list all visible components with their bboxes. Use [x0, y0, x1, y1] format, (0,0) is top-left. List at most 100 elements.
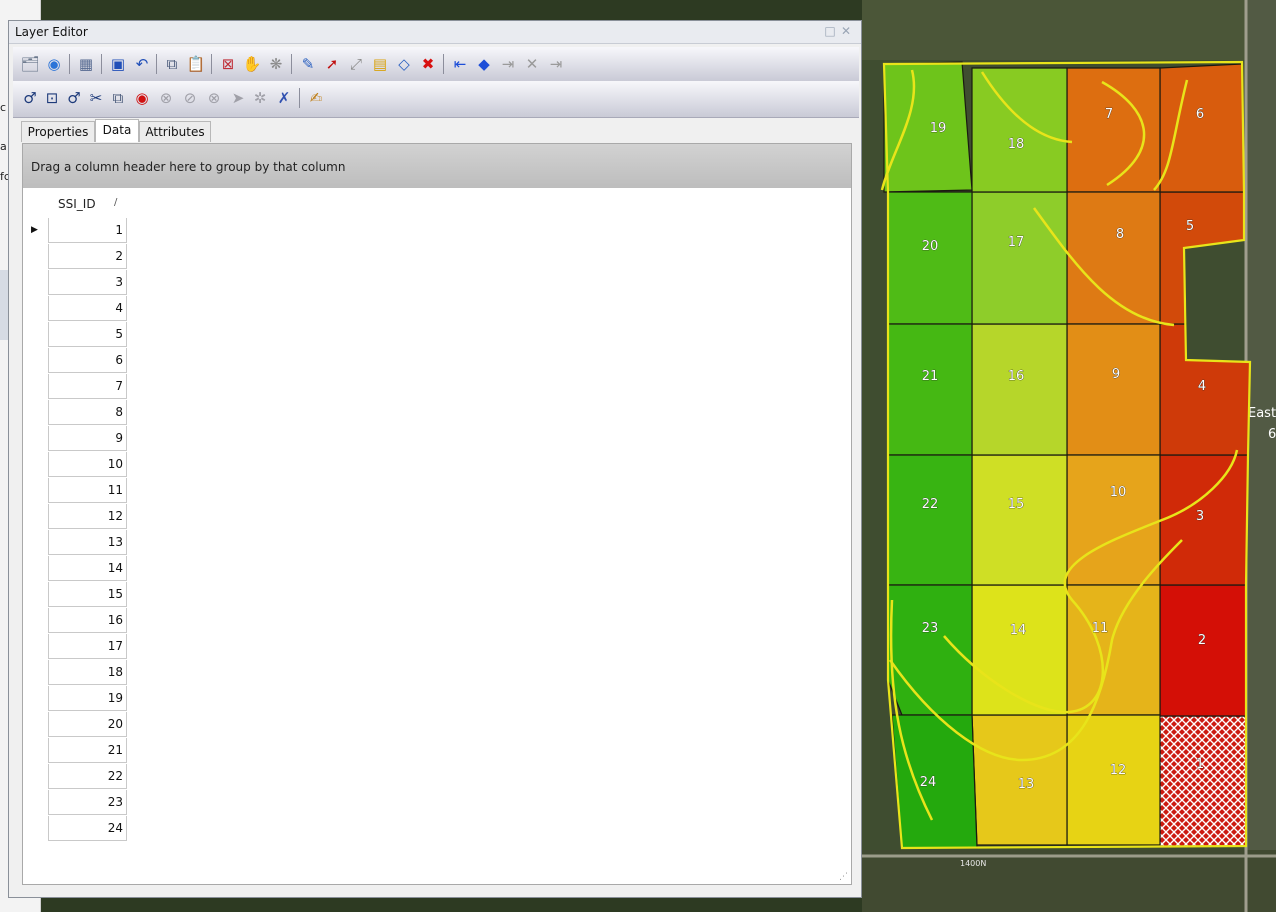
table-row[interactable]: 17: [48, 634, 127, 659]
map-view[interactable]: 1400N East 6 1 2 3 4 5 6 7 8 9 10 11 12 13 14 15 16 17 18…: [862, 0, 1276, 912]
table-row[interactable]: 24: [48, 816, 127, 841]
table-row[interactable]: 22: [48, 764, 127, 789]
map-zone-12[interactable]: [1066, 714, 1161, 846]
map-zone-20[interactable]: [887, 191, 973, 325]
table-row[interactable]: 15: [48, 582, 127, 607]
disabled-1-icon[interactable]: ⊗: [155, 87, 177, 109]
map-zone-label: 14: [1010, 623, 1027, 638]
table-row[interactable]: 13: [48, 530, 127, 555]
select-vertex-icon[interactable]: ✎: [297, 53, 319, 75]
table-row[interactable]: 18: [48, 660, 127, 685]
attribute-icon[interactable]: ▤: [369, 53, 391, 75]
table-row[interactable]: 7: [48, 374, 127, 399]
remove-icon[interactable]: ✗: [273, 87, 295, 109]
map-zone-label: 17: [1008, 235, 1025, 250]
map-zone-6[interactable]: [1159, 63, 1245, 193]
map-zone-23[interactable]: [887, 584, 973, 716]
table-row[interactable]: 10: [48, 452, 127, 477]
tab-properties[interactable]: Properties: [21, 121, 95, 142]
disabled-2-icon[interactable]: ⊘: [179, 87, 201, 109]
map-zone-22[interactable]: [887, 454, 973, 586]
first-icon[interactable]: ⇤: [449, 53, 471, 75]
toolbar-separator: [156, 54, 157, 74]
table-row[interactable]: 6: [48, 348, 127, 373]
merge-icon[interactable]: ❋: [265, 53, 287, 75]
table-row[interactable]: 19: [48, 686, 127, 711]
table-row[interactable]: 9: [48, 426, 127, 451]
table-icon[interactable]: ▦: [75, 53, 97, 75]
map-zone-10[interactable]: [1066, 454, 1161, 586]
clear-icon[interactable]: ✕: [521, 53, 543, 75]
map-zone-8[interactable]: [1066, 191, 1161, 325]
table-row[interactable]: 23: [48, 790, 127, 815]
add-vertex-icon[interactable]: ♂: [63, 87, 85, 109]
map-zone-1[interactable]: [1159, 715, 1247, 847]
map-zone-9[interactable]: [1066, 323, 1161, 456]
disabled-4-icon[interactable]: ✲: [249, 87, 271, 109]
current-row-indicator-icon: ▶: [31, 225, 38, 235]
table-row[interactable]: 12: [48, 504, 127, 529]
delete-icon[interactable]: ✖: [417, 53, 439, 75]
copy-geometry-icon[interactable]: ⧉: [107, 87, 129, 109]
place-label: East: [1248, 406, 1276, 421]
previous-icon[interactable]: ◆: [473, 53, 495, 75]
table-row[interactable]: 16: [48, 608, 127, 633]
map-canvas[interactable]: 1400N East 6 123456789101112131415161718…: [862, 0, 1276, 912]
table-row[interactable]: 1: [48, 218, 127, 243]
move-vertex-icon[interactable]: ➚: [321, 53, 343, 75]
save-icon[interactable]: ▣: [107, 53, 129, 75]
table-row[interactable]: 20: [48, 712, 127, 737]
group-by-area[interactable]: Drag a column header here to group by th…: [23, 144, 851, 188]
bg-text-fragment: a: [0, 140, 7, 153]
map-zone-2[interactable]: [1159, 584, 1247, 717]
column-header-ssi-id[interactable]: SSI_ID /: [48, 192, 128, 218]
undo-icon[interactable]: ↶: [131, 53, 153, 75]
map-zone-15[interactable]: [971, 454, 1068, 586]
edit-attributes-icon[interactable]: ✍: [305, 87, 327, 109]
table-row[interactable]: 5: [48, 322, 127, 347]
help-icon[interactable]: ◉: [43, 53, 65, 75]
pointer-icon[interactable]: ➤: [227, 87, 249, 109]
data-panel: Drag a column header here to group by th…: [22, 143, 852, 885]
reshape-icon[interactable]: ⤢: [345, 53, 367, 75]
copy-icon[interactable]: ⧉: [161, 53, 183, 75]
add-polygon-icon[interactable]: ⊡: [41, 87, 63, 109]
map-zone-label: 9: [1112, 367, 1120, 382]
next-icon[interactable]: ⇥: [497, 53, 519, 75]
tab-data[interactable]: Data: [95, 119, 139, 142]
map-zone-11[interactable]: [1066, 584, 1161, 716]
table-row[interactable]: 14: [48, 556, 127, 581]
tab-attributes[interactable]: Attributes: [139, 121, 211, 142]
map-zone-14[interactable]: [971, 584, 1068, 716]
map-zone-18[interactable]: [971, 67, 1068, 193]
disabled-3-icon[interactable]: ⊗: [203, 87, 225, 109]
map-zone-17[interactable]: [971, 191, 1068, 325]
map-zone-7[interactable]: [1066, 67, 1161, 193]
last-icon[interactable]: ⇥: [545, 53, 567, 75]
table-row[interactable]: 4: [48, 296, 127, 321]
table-row[interactable]: 3: [48, 270, 127, 295]
table-row[interactable]: 2: [48, 244, 127, 269]
fill-icon[interactable]: ◇: [393, 53, 415, 75]
table-row[interactable]: 8: [48, 400, 127, 425]
delete-feature-icon[interactable]: ⊠: [217, 53, 239, 75]
ring-icon[interactable]: ◉: [131, 87, 153, 109]
table-row[interactable]: 11: [48, 478, 127, 503]
properties-icon[interactable]: 🗂: [19, 53, 41, 75]
pan-vertices-icon[interactable]: ✋: [241, 53, 263, 75]
map-zone-16[interactable]: [971, 323, 1068, 456]
maximize-icon[interactable]: □: [823, 24, 837, 38]
map-zone-label: 16: [1008, 369, 1025, 384]
paste-icon[interactable]: 📋: [185, 53, 207, 75]
map-zone-label: 18: [1008, 137, 1025, 152]
map-zone-label: 2: [1198, 633, 1206, 648]
table-row[interactable]: 21: [48, 738, 127, 763]
map-zone-19[interactable]: [883, 61, 973, 193]
map-zone-21[interactable]: [887, 323, 973, 456]
split-icon[interactable]: ✂: [85, 87, 107, 109]
map-zone-label: 8: [1116, 227, 1124, 242]
resize-grip-icon[interactable]: ⋰: [839, 872, 849, 882]
map-zone-label: 22: [922, 497, 939, 512]
close-icon[interactable]: ✕: [839, 24, 853, 38]
add-point-icon[interactable]: ♂: [19, 87, 41, 109]
